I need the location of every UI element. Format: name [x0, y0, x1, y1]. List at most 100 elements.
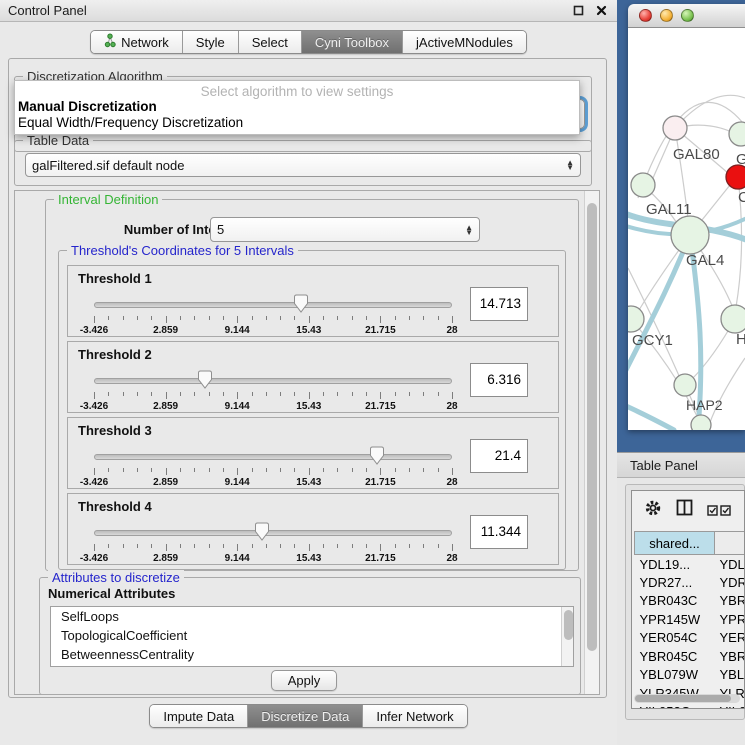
column-header-shared-name[interactable]: shared... [635, 532, 715, 555]
node-gal4[interactable] [671, 216, 709, 254]
threshold-slider[interactable]: -3.4262.8599.14415.4321.71528 [94, 418, 452, 490]
slider-tick [237, 544, 238, 551]
gear-icon[interactable] [644, 499, 662, 522]
threshold-value-field[interactable]: 14.713 [470, 287, 528, 321]
node-red-selected[interactable] [726, 165, 745, 189]
table-row[interactable]: YIL052CYIL0 [635, 703, 745, 710]
node-hap2[interactable] [674, 374, 696, 396]
slider-tick [294, 392, 295, 396]
slider-scale-label: 2.859 [153, 325, 178, 336]
threshold-value-field[interactable]: 6.316 [470, 363, 528, 397]
table-row[interactable]: YBR043CYBR0 [635, 592, 745, 611]
slider-tick [237, 468, 238, 475]
node-gal11[interactable] [631, 173, 655, 197]
slider-tick [209, 544, 210, 548]
number-of-intervals-value: 5 [217, 222, 224, 237]
close-traffic-icon[interactable] [639, 9, 652, 22]
table-cell: YBL0 [715, 666, 745, 685]
slider-track[interactable] [94, 454, 452, 460]
slider-scale-label: 15.43 [296, 401, 321, 412]
slider-scale-label: 9.144 [225, 325, 250, 336]
node-label-gal4: GAL4 [686, 252, 724, 269]
node-gcy1[interactable] [628, 306, 644, 332]
number-of-intervals-combo[interactable]: 5 ▲▼ [210, 217, 480, 242]
dropdown-option-manual[interactable]: Manual Discretization [15, 99, 579, 115]
table-row[interactable]: YBR045CYBR0 [635, 647, 745, 666]
close-icon[interactable] [594, 3, 609, 18]
slider-tick [380, 468, 381, 475]
zoom-traffic-icon[interactable] [681, 9, 694, 22]
slider-scale-label: 15.43 [296, 553, 321, 564]
slider-scale-label: -3.426 [80, 553, 108, 564]
slider-tick [123, 468, 124, 472]
tab-network-label: Network [121, 35, 169, 50]
select-columns-icons[interactable] [707, 505, 731, 516]
tab-select[interactable]: Select [238, 31, 301, 53]
table-data-combo[interactable]: galFiltered.sif default node ▲▼ [25, 153, 581, 177]
attribute-list-item[interactable]: TopologicalCoefficient [51, 626, 573, 645]
slider-track[interactable] [94, 302, 452, 308]
slider-thumb[interactable] [255, 522, 270, 541]
node-gal80[interactable] [663, 116, 687, 140]
network-canvas[interactable]: GAL80 GA C GAL11 GAL4 GCY1 H HAP2 [628, 28, 745, 430]
table-horizontal-scrollbar[interactable] [634, 694, 740, 703]
numerical-attributes-list[interactable]: SelfLoopsTopologicalCoefficientBetweenne… [50, 606, 574, 667]
node-partial-right-top[interactable] [729, 122, 745, 146]
slider-scale-label: 28 [446, 401, 457, 412]
tab-jactivemnodules[interactable]: jActiveMNodules [402, 31, 526, 53]
threshold-slider[interactable]: -3.4262.8599.14415.4321.71528 [94, 266, 452, 338]
slider-thumb[interactable] [197, 370, 212, 389]
slider-tick [366, 392, 367, 396]
slider-thumb[interactable] [369, 446, 384, 465]
slider-tick [409, 316, 410, 320]
attribute-list-item[interactable]: SelfLoops [51, 607, 573, 626]
threshold-slider[interactable]: -3.4262.8599.14415.4321.71528 [94, 494, 452, 566]
slider-tick [395, 392, 396, 396]
slider-track[interactable] [94, 530, 452, 536]
tab-infer-network[interactable]: Infer Network [362, 705, 466, 727]
table-row[interactable]: YPR145WYPR1 [635, 610, 745, 629]
threshold-slider[interactable]: -3.4262.8599.14415.4321.71528 [94, 342, 452, 414]
panel-title: Control Panel [8, 3, 87, 18]
slider-tick [395, 544, 396, 548]
slider-tick [194, 392, 195, 396]
table-toolbar [632, 491, 744, 529]
dropdown-option-equal-width[interactable]: Equal Width/Frequency Discretization [15, 115, 579, 131]
slider-tick [280, 316, 281, 320]
slider-tick [94, 468, 95, 475]
table-row[interactable]: YBL079WYBL0 [635, 666, 745, 685]
slider-thumb[interactable] [293, 294, 308, 313]
tab-cyni-toolbox-label: Cyni Toolbox [315, 35, 389, 50]
split-panel-icon[interactable] [676, 499, 693, 521]
settings-scrollpane: Interval Definition Number of Intervals … [14, 190, 600, 695]
settings-scrollbar[interactable] [584, 191, 599, 694]
node-partial-bottom[interactable] [691, 415, 711, 430]
tab-network[interactable]: Network [91, 31, 182, 53]
slider-tick [294, 468, 295, 472]
table-panel-titlebar: Table Panel [617, 452, 745, 478]
minimize-traffic-icon[interactable] [660, 9, 673, 22]
tab-style[interactable]: Style [182, 31, 238, 53]
column-header-name[interactable]: na [715, 532, 745, 555]
tab-cyni-toolbox[interactable]: Cyni Toolbox [301, 31, 402, 53]
threshold-value-field[interactable]: 21.4 [470, 439, 528, 473]
table-data-group: Table Data galFiltered.sif default node … [14, 140, 592, 186]
attribute-list-item[interactable]: BetweennessCentrality [51, 645, 573, 664]
threshold-value-field[interactable]: 11.344 [470, 515, 528, 549]
slider-tick [352, 468, 353, 472]
slider-tick [151, 468, 152, 472]
attributes-scrollbar[interactable] [561, 607, 573, 666]
slider-tick [452, 468, 453, 475]
table-cell: YBR0 [715, 592, 745, 611]
table-row[interactable]: YDL19...YDL1 [635, 555, 745, 574]
node-label-hap2: HAP2 [686, 397, 723, 413]
table-row[interactable]: YER054CYER0 [635, 629, 745, 648]
tab-impute-data[interactable]: Impute Data [150, 705, 247, 727]
table-row[interactable]: YDR27...YDR2 [635, 573, 745, 592]
tab-discretize-data[interactable]: Discretize Data [247, 705, 362, 727]
threshold-panel-4: Threshold 4-3.4262.8599.14415.4321.71528… [67, 493, 559, 565]
apply-button[interactable]: Apply [271, 670, 337, 691]
slider-track[interactable] [94, 378, 452, 384]
node-h-partial[interactable] [721, 305, 745, 333]
float-window-icon[interactable] [571, 3, 586, 18]
